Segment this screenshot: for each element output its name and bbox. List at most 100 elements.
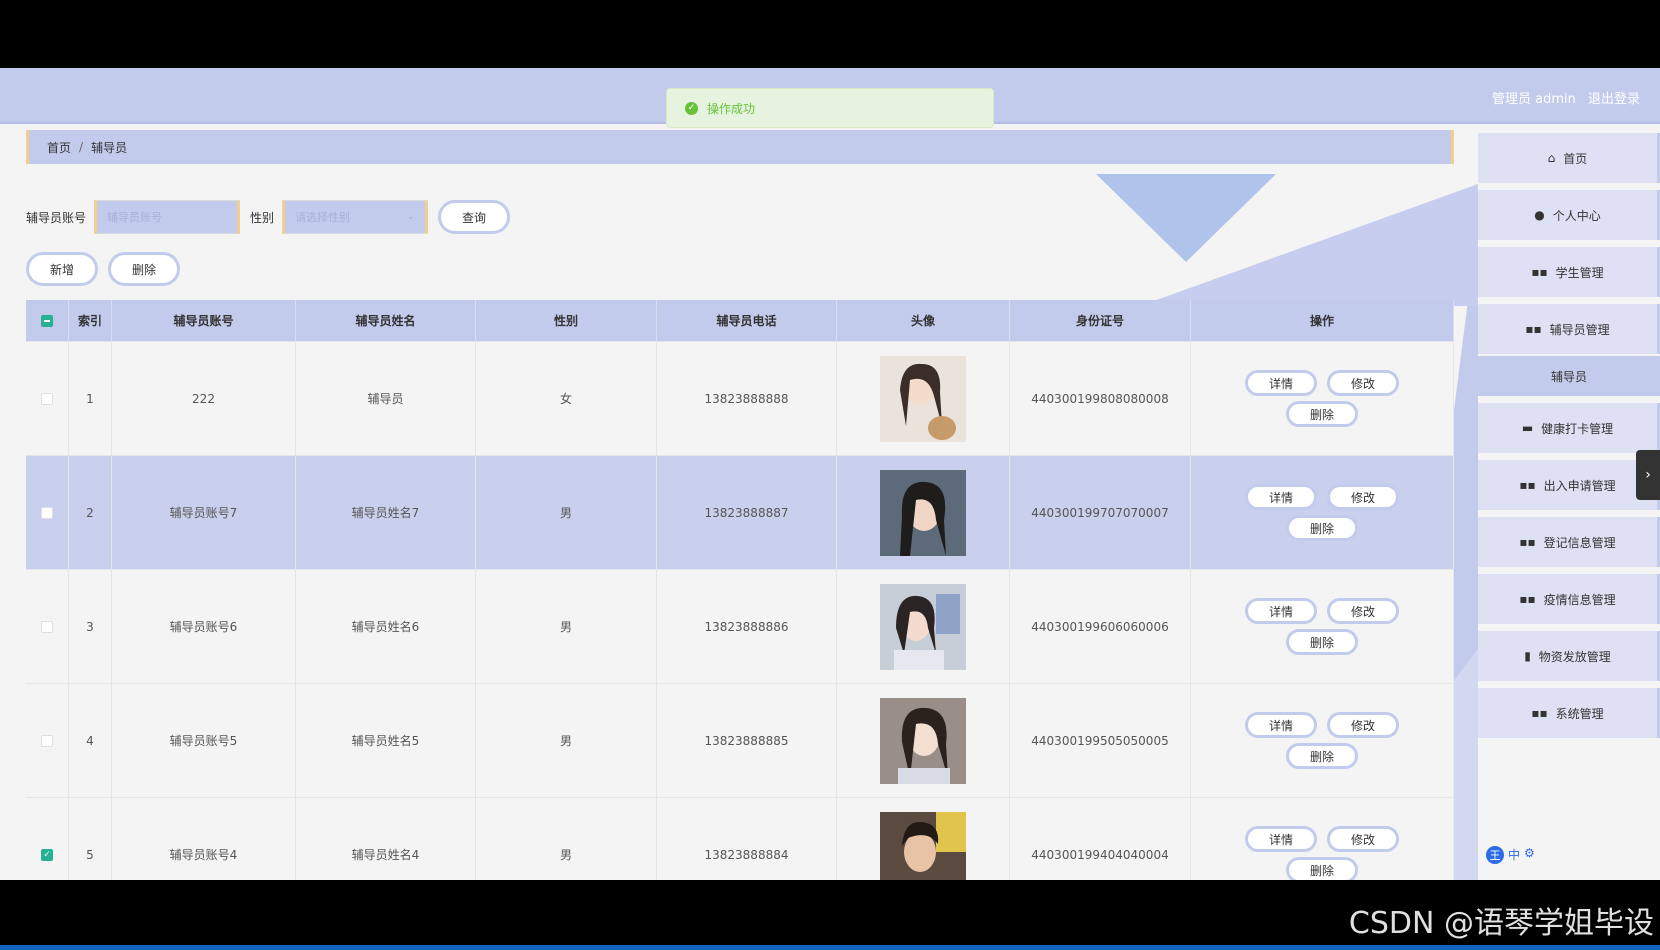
cell-id-number: 440300199505050005: [1010, 684, 1191, 797]
gender-label: 性别: [250, 210, 275, 225]
cell-phone: 13823888885: [657, 684, 837, 797]
table-row: 2 辅导员账号7 辅导员姓名7 男 13823888887 4403001997…: [26, 456, 1454, 570]
edit-button[interactable]: 修改: [1327, 712, 1399, 738]
breadcrumb: 首页 / 辅导员: [26, 130, 1454, 164]
row-checkbox[interactable]: [41, 620, 53, 633]
cell-name: 辅导员姓名7: [296, 456, 476, 569]
cell-index: 4: [69, 684, 112, 797]
cell-index: 2: [69, 456, 112, 569]
row-select-cell: [26, 684, 69, 797]
row-checkbox[interactable]: [41, 506, 53, 519]
add-button[interactable]: 新增: [26, 252, 98, 286]
header-gender: 性别: [476, 300, 657, 341]
sidebar-item-label: 个人中心: [1552, 208, 1601, 223]
detail-button[interactable]: 详情: [1245, 598, 1317, 624]
edit-button[interactable]: 修改: [1327, 484, 1399, 510]
cell-avatar: [837, 570, 1010, 683]
sidebar-item-counselors[interactable]: ▪▪ 辅导员管理: [1478, 304, 1660, 354]
delete-button[interactable]: 删除: [1286, 743, 1358, 769]
header-actions: 操作: [1191, 300, 1454, 341]
delete-button[interactable]: 删除: [1286, 857, 1358, 880]
header-index: 索引: [69, 300, 112, 341]
sidebar-item-students[interactable]: ▪▪ 学生管理: [1478, 247, 1660, 297]
cell-actions: 详情 修改 删除: [1191, 570, 1454, 683]
success-toast: ✓ 操作成功: [666, 88, 994, 128]
breadcrumb-home[interactable]: 首页: [47, 139, 71, 156]
row-checkbox[interactable]: [41, 734, 53, 747]
detail-button[interactable]: 详情: [1245, 826, 1317, 852]
cell-actions: 详情 修改 删除: [1191, 456, 1454, 569]
admin-role-label: 管理员 admin: [1491, 92, 1576, 107]
sidebar-item-supplies[interactable]: ▮ 物资发放管理: [1478, 631, 1660, 681]
grid-icon: ▪▪: [1531, 706, 1548, 720]
delete-button[interactable]: 删除: [1286, 401, 1358, 427]
cell-gender: 男: [476, 456, 657, 569]
delete-button[interactable]: 删除: [1286, 629, 1358, 655]
cell-id-number: 440300199404040004: [1010, 798, 1191, 880]
edit-button[interactable]: 修改: [1327, 370, 1399, 396]
header-id-number: 身份证号: [1010, 300, 1191, 341]
ime-logo-icon: 王: [1486, 846, 1504, 864]
cell-phone: 13823888887: [657, 456, 837, 569]
cell-actions: 详情 修改 删除: [1191, 684, 1454, 797]
cell-avatar: [837, 684, 1010, 797]
row-checkbox[interactable]: ✓: [41, 848, 53, 861]
select-all-cell: [26, 300, 69, 341]
query-button[interactable]: 查询: [438, 200, 511, 234]
grid-icon: ▪▪: [1519, 478, 1536, 492]
cell-avatar: [837, 342, 1010, 455]
edit-button[interactable]: 修改: [1327, 826, 1399, 852]
avatar-image: [880, 469, 966, 556]
ime-toolbar[interactable]: 王中 ⚙: [1486, 846, 1535, 864]
sidebar-item-epidemic[interactable]: ▪▪ 疫情信息管理: [1478, 574, 1660, 624]
sidebar-item-label: 健康打卡管理: [1541, 421, 1614, 436]
chevron-right-icon[interactable]: ›: [1636, 450, 1660, 500]
home-icon: ⌂: [1547, 151, 1556, 165]
ime-mode-icon: 中: [1508, 848, 1521, 862]
clipboard-icon: ▮: [1524, 649, 1531, 663]
cell-phone: 13823888888: [657, 342, 837, 455]
detail-button[interactable]: 详情: [1245, 484, 1317, 510]
avatar-image: [880, 355, 966, 442]
video-progress-bar[interactable]: [0, 945, 1660, 950]
logout-link[interactable]: 退出登录: [1588, 92, 1640, 107]
decoration-shape: [1096, 174, 1276, 262]
sidebar-subitem-counselor[interactable]: 辅导员: [1478, 356, 1660, 396]
bulk-delete-button[interactable]: 删除: [108, 252, 180, 286]
edit-button[interactable]: 修改: [1327, 598, 1399, 624]
row-select-cell: ✓: [26, 798, 69, 880]
header-phone: 辅导员电话: [657, 300, 837, 341]
cell-id-number: 440300199606060006: [1010, 570, 1191, 683]
chevron-down-icon: ⌄: [406, 211, 416, 222]
select-all-checkbox[interactable]: [41, 314, 53, 327]
header-name: 辅导员姓名: [296, 300, 476, 341]
sidebar-item-home[interactable]: ⌂ 首页: [1478, 133, 1660, 183]
row-select-cell: [26, 570, 69, 683]
sidebar-item-registration[interactable]: ▪▪ 登记信息管理: [1478, 517, 1660, 567]
sidebar-item-health-checkin[interactable]: ▬ 健康打卡管理: [1478, 403, 1660, 453]
breadcrumb-current: 辅导员: [91, 140, 128, 155]
cell-name: 辅导员姓名6: [296, 570, 476, 683]
delete-button[interactable]: 删除: [1286, 515, 1358, 541]
cell-actions: 详情 修改 删除: [1191, 342, 1454, 455]
ime-settings-icon: ⚙: [1524, 846, 1535, 860]
sidebar-item-system[interactable]: ▪▪ 系统管理: [1478, 688, 1660, 738]
cell-actions: 详情 修改 删除: [1191, 798, 1454, 880]
table-row: ✓ 5 辅导员账号4 辅导员姓名4 男 13823888884 44030019…: [26, 798, 1454, 880]
detail-button[interactable]: 详情: [1245, 370, 1317, 396]
gender-select[interactable]: 请选择性别 ⌄: [282, 200, 429, 234]
grid-icon: ▪▪: [1519, 535, 1536, 549]
counselor-table: 索引 辅导员账号 辅导员姓名 性别 辅导员电话 头像 身份证号 操作 1 222…: [26, 300, 1454, 880]
sidebar-item-profile[interactable]: ● 个人中心: [1478, 190, 1660, 240]
grid-icon: ▪▪: [1531, 265, 1548, 279]
sidebar-item-label: 辅导员管理: [1549, 322, 1610, 337]
account-input[interactable]: 辅导员账号: [94, 200, 241, 234]
sidebar-item-access-requests[interactable]: ▪▪ 出入申请管理: [1478, 460, 1660, 510]
detail-button[interactable]: 详情: [1245, 712, 1317, 738]
check-circle-icon: ✓: [685, 101, 698, 115]
row-checkbox[interactable]: [41, 392, 53, 405]
toast-message: 操作成功: [707, 101, 756, 116]
user-icon: ●: [1534, 208, 1545, 222]
watermark-text: CSDN @语琴学姐毕设: [1348, 906, 1654, 941]
cell-name: 辅导员姓名4: [296, 798, 476, 880]
